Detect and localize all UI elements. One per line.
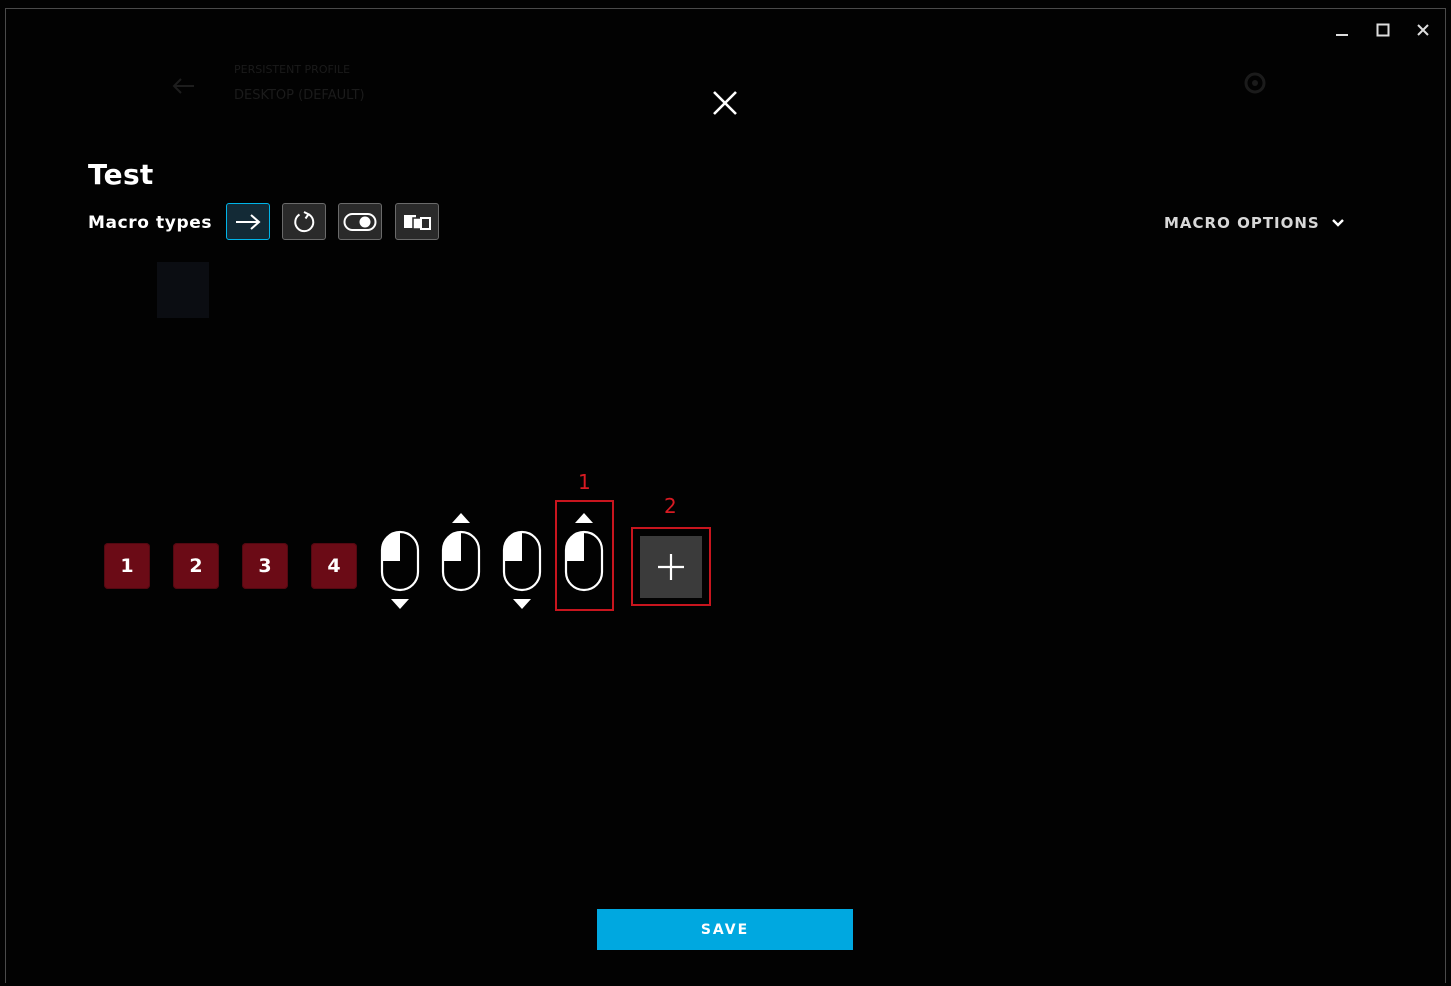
macro-type-repeat-button[interactable] — [282, 203, 326, 240]
macro-key-event[interactable]: 2 — [173, 543, 219, 589]
macro-title: Test — [88, 158, 154, 191]
macro-type-toggle-button[interactable] — [338, 203, 382, 240]
mouse-left-click-down-event[interactable] — [378, 511, 422, 615]
window-frame — [5, 8, 1446, 983]
save-button[interactable]: SAVE — [597, 909, 853, 950]
close-icon[interactable] — [710, 88, 740, 118]
back-arrow-icon — [170, 76, 196, 100]
left-click-icon — [443, 532, 461, 561]
window-close-icon[interactable] — [1410, 18, 1436, 42]
macro-type-no-repeat-button[interactable] — [226, 203, 270, 240]
background-profile-name: DESKTOP (DEFAULT) — [234, 88, 365, 103]
sequence-icon — [404, 214, 431, 230]
add-event-button[interactable] — [640, 536, 702, 598]
macro-key-event[interactable]: 1 — [104, 543, 150, 589]
mouse-left-click-down-event[interactable] — [500, 511, 544, 615]
minimize-icon[interactable] — [1329, 18, 1355, 42]
arrow-down-icon — [391, 599, 409, 609]
arrow-up-icon — [452, 513, 470, 523]
background-settings-icon — [1242, 70, 1268, 100]
background-profile-label: PERSISTENT PROFILE — [234, 63, 351, 76]
arrow-down-icon — [513, 599, 531, 609]
maximize-icon[interactable] — [1370, 18, 1396, 42]
macro-options-dropdown[interactable]: MACRO OPTIONS — [1164, 214, 1344, 232]
mouse-left-click-up-event[interactable] — [439, 511, 483, 615]
annotation-highlight-box — [555, 500, 614, 611]
macro-key-event[interactable]: 4 — [311, 543, 357, 589]
plus-icon — [658, 554, 684, 580]
macro-types-label: Macro types — [88, 213, 213, 233]
left-click-icon — [504, 532, 522, 561]
chevron-down-icon — [1331, 219, 1344, 227]
macro-options-label: MACRO OPTIONS — [1164, 214, 1320, 232]
background-panel — [157, 262, 209, 318]
annotation-number: 2 — [664, 494, 677, 518]
macro-type-sequence-button[interactable] — [395, 203, 439, 240]
annotation-number: 1 — [578, 470, 591, 494]
toggle-icon — [343, 212, 377, 231]
repeat-icon — [294, 210, 315, 232]
macro-key-event[interactable]: 3 — [242, 543, 288, 589]
arrow-right-icon — [236, 213, 261, 230]
left-click-icon — [382, 532, 400, 561]
